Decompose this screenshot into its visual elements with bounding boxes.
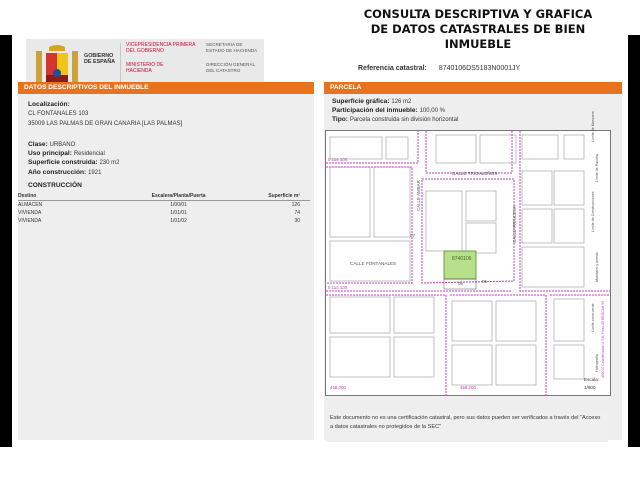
- uso-row: Uso principal: Residencial: [28, 150, 105, 157]
- ministerio-text: MINISTERIO DE HACIENDA: [126, 62, 164, 74]
- tipo-value: Parcela construida sin división horizont…: [349, 117, 459, 123]
- address-line-2: 35009 LAS PALMAS DE GRAN CANARIA [LAS PA…: [28, 121, 183, 127]
- table-cell: VIVIENDA: [18, 210, 42, 216]
- direccion-text: DIRECCIÓN GENERAL DEL CATASTRO: [206, 62, 255, 73]
- parcel-label: 8740106: [452, 256, 472, 262]
- legend-6: Hidrografía: [595, 354, 599, 372]
- sup-grafica-row: Superficie gráfica: 126 m2: [332, 98, 412, 105]
- table-cell: 30: [294, 218, 300, 224]
- datos-descriptivos-header: DATOS DESCRIPTIVOS DEL INMUEBLE: [18, 82, 314, 94]
- map-legend-strip: Límite de Manzana Límite de Parcela Lími…: [581, 111, 608, 380]
- cadastral-map[interactable]: CALLE TRIGALEÑOS CALLE FONTANALES CALLE …: [325, 130, 611, 396]
- utm-coords-text: 456000 Coordenadas U.T.M. Huso 28 REGCAN…: [601, 300, 605, 378]
- anio-row: Año construcción: 1921: [28, 169, 102, 176]
- participacion-value: 100,00 %: [419, 108, 445, 114]
- referencia-value: 8740106DS5183N0001JY: [438, 65, 521, 72]
- clase-value: URBANO: [49, 142, 76, 148]
- legend-1: Límite de Manzana: [591, 111, 595, 142]
- table-row: VIVIENDA 1/01/02 30: [18, 217, 310, 225]
- table-header-planta: Escalera/Planta/Puerta: [134, 192, 223, 201]
- parcel-number-2: 06: [458, 281, 463, 286]
- vicepresidencia-text: VICEPRESIDENCIA PRIMERA DEL GOBIERNO: [126, 42, 196, 54]
- title-line-1: CONSULTA DESCRIPTIVA Y GRAFICA: [363, 7, 593, 21]
- document-title: CONSULTA DESCRIPTIVA Y GRAFICA DE DATOS …: [344, 7, 612, 52]
- table-header-superficie: Superficie m²: [222, 192, 310, 201]
- participacion-row: Participación del inmueble: 100,00 %: [332, 107, 445, 114]
- parcel-number-3: 05: [482, 279, 487, 284]
- street-label-2: CALLE FONTANALES: [350, 261, 397, 266]
- street-label-1: CALLE TRIGALEÑOS: [452, 171, 498, 176]
- localizacion-label: Localización:: [28, 101, 70, 108]
- superficie-value: 230 m2: [99, 160, 120, 166]
- title-line-2: DE DATOS CATASTRALES DE BIEN INMUEBLE: [370, 22, 586, 51]
- table-cell: VIVIENDA: [18, 218, 42, 224]
- parcel-number-1: 07: [410, 233, 415, 238]
- left-black-border: [0, 35, 12, 447]
- table-cell: 126: [291, 202, 300, 208]
- referencia-label: Referencia catastral:: [358, 65, 427, 72]
- table-row: VIVIENDA 1/01/01 74: [18, 209, 310, 217]
- legend-3: Límite de Construcciones: [591, 191, 595, 232]
- street-label-4: CALLE PRINCESA: [512, 205, 517, 243]
- referencia-row: Referencia catastral: 8740106DS5183N0001…: [358, 65, 520, 72]
- uso-value: Residencial: [73, 151, 105, 157]
- coord-label-4: 458,200: [460, 385, 476, 390]
- coord-label-3: 458,000: [330, 385, 346, 390]
- table-cell: ALMACEN: [18, 202, 43, 208]
- table-cell: 74: [294, 210, 300, 216]
- anio-value: 1921: [88, 170, 102, 176]
- table-cell: 1/00/01: [170, 202, 187, 208]
- secretaria-text: SECRETARIA DE ESTADO DE HACIENDA: [206, 42, 258, 53]
- table-header-destino: Destino: [18, 192, 135, 201]
- construccion-title: CONSTRUCCIÓN: [28, 182, 82, 189]
- table-cell: 1/01/01: [170, 210, 187, 216]
- legend-4: Mobiliario y aceras: [595, 252, 599, 282]
- address-line-1: CL FONTANALES 103: [28, 111, 89, 117]
- legend-5: Límite zona verde: [591, 303, 595, 332]
- street-label-3: CALLE ÁMBAR: [416, 180, 421, 211]
- table-header-row: Destino Escalera/Planta/Puerta Superfici…: [18, 192, 310, 201]
- coord-label-2: 5 114 100: [328, 285, 348, 290]
- coord-label-1: 5 114 100: [328, 157, 348, 162]
- table-cell: 1/01/02: [170, 218, 187, 224]
- construccion-table: Destino Escalera/Planta/Puerta Superfici…: [18, 192, 310, 225]
- legend-2: Límite de Parcela: [595, 154, 599, 182]
- right-black-border: [628, 35, 640, 447]
- gobierno-text: GOBIERNO DE ESPAÑA: [84, 53, 116, 66]
- parcela-header: PARCELA: [324, 82, 622, 94]
- superficie-row: Superficie construida: 230 m2: [28, 159, 120, 166]
- table-row: ALMACEN 1/00/01 126: [18, 201, 310, 210]
- scale-value: 1/800: [584, 385, 596, 390]
- sup-grafica-value: 126 m2: [391, 99, 412, 105]
- tipo-row: Tipo: Parcela construida sin división ho…: [332, 116, 459, 123]
- clase-row: Clase: URBANO: [28, 141, 76, 148]
- disclaimer-note: Este documento no es una certificación c…: [326, 412, 608, 442]
